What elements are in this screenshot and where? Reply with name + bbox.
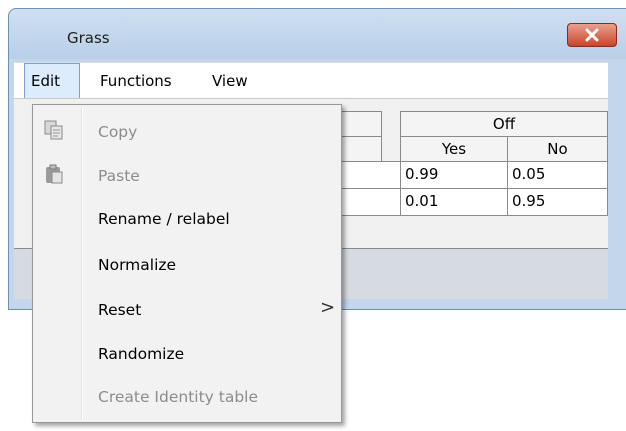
edit-dropdown-menu: Copy Paste Rename / relabel Normalize Re… (32, 104, 342, 423)
paste-icon (46, 164, 63, 184)
table-cell[interactable]: 0.99 (400, 161, 508, 189)
close-icon (585, 28, 599, 42)
table-col-header: No (507, 136, 608, 162)
menu-edit[interactable]: Edit (24, 63, 80, 98)
menu-functions[interactable]: Functions (100, 63, 172, 99)
menu-item-normalize[interactable]: Normalize (98, 250, 176, 280)
close-button[interactable] (567, 23, 617, 47)
menu-item-reset[interactable]: Reset (98, 295, 141, 325)
menu-item-rename-relabel[interactable]: Rename / relabel (98, 204, 230, 234)
title-bar[interactable]: Grass (9, 9, 626, 59)
table-col-header: Yes (400, 136, 508, 162)
menu-bar: Edit Functions View (14, 62, 608, 99)
menu-item-create-identity-table[interactable]: Create Identity table (98, 382, 258, 412)
table-cell[interactable]: 0.95 (507, 188, 608, 216)
table-cell[interactable]: 0.01 (400, 188, 508, 216)
menu-item-paste[interactable]: Paste (98, 161, 140, 191)
table-cell[interactable]: 0.05 (507, 161, 608, 189)
menu-item-randomize[interactable]: Randomize (98, 339, 184, 369)
window-title: Grass (67, 29, 110, 47)
copy-icon (44, 120, 63, 140)
menu-item-copy[interactable]: Copy (98, 117, 137, 147)
menu-view[interactable]: View (212, 63, 248, 99)
table-group-header: Off (400, 111, 608, 137)
menu-gutter (81, 108, 83, 419)
submenu-arrow-icon: > (320, 297, 336, 318)
